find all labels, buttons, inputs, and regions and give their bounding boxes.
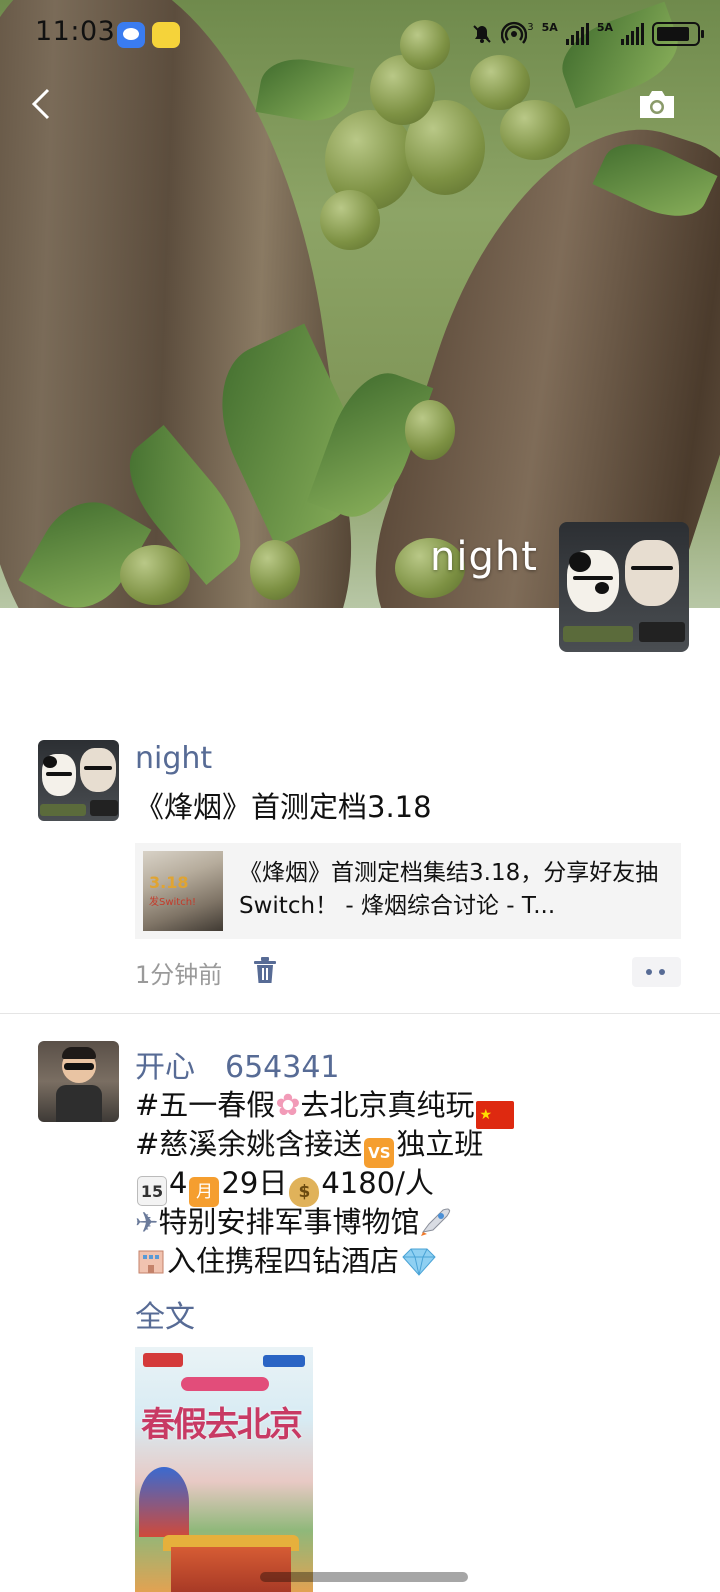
game-app-icon (152, 22, 180, 48)
shared-link-card[interactable]: 3.18 发Switch! 《烽烟》首测定档集结3.18，分享好友抽Switch… (135, 843, 681, 939)
cow-spot (595, 582, 609, 594)
post-line-text: 独立班 (396, 1127, 484, 1161)
hotspot-sup: 3 (527, 21, 534, 33)
message-app-icon (117, 22, 145, 48)
cover-owner-name: night (430, 534, 538, 580)
network-type-1: 5A (541, 20, 558, 34)
hotel-icon (135, 1245, 167, 1275)
calendar-icon: 15 (137, 1176, 167, 1206)
gem-icon (399, 1247, 439, 1277)
camera-button[interactable] (636, 88, 678, 122)
laptop (639, 622, 685, 642)
sunglasses (64, 1063, 94, 1070)
post-line-text: 4180/人 (321, 1166, 434, 1200)
post-author-name[interactable]: 开心 654341 (135, 1042, 340, 1086)
network-type-2: 5A (596, 20, 613, 34)
owner-avatar[interactable] (559, 522, 689, 652)
status-icons: 3 5A 5A (471, 14, 704, 54)
signal-bars-1-icon (565, 23, 589, 45)
jackfruit (250, 540, 300, 600)
post-line-1: #五一春假✿去北京真纯玩 ★ (135, 1086, 516, 1129)
post-line-5: 入住携程四钻酒店 (135, 1242, 439, 1280)
poster-badge (263, 1355, 305, 1367)
laptop (90, 800, 118, 816)
full-text-link[interactable]: 全文 (135, 1292, 195, 1336)
home-indicator[interactable] (260, 1572, 468, 1582)
poster-headline: 春假去北京 (141, 1405, 303, 1445)
battery-icon (652, 22, 704, 46)
post-timestamp: 1分钟前 (135, 961, 223, 989)
sunglasses (84, 766, 112, 770)
link-title: 《烽烟》首测定档集结3.18，分享好友抽Switch！ - 烽烟综合讨论 - T… (239, 860, 659, 919)
food-tray (40, 804, 86, 816)
poster-logo (143, 1353, 183, 1367)
cow-spot (43, 756, 57, 768)
post-author-name[interactable]: night (135, 741, 212, 776)
trash-icon (254, 957, 276, 983)
dot-icon (659, 969, 665, 975)
post-divider (0, 1013, 720, 1014)
child-shirt (56, 1085, 102, 1122)
sunglasses (46, 772, 72, 776)
post-author-avatar[interactable] (38, 740, 119, 821)
post-line-2: #慈溪余姚含接送 VS 独立班 (135, 1125, 483, 1168)
cow-figure (80, 748, 116, 792)
post-author-avatar[interactable] (38, 1041, 119, 1122)
food-tray (563, 626, 633, 642)
thumbnail-date: 3.18 (149, 873, 189, 892)
jackfruit (120, 545, 190, 605)
cow-figure (625, 540, 679, 606)
mute-bell-icon (473, 25, 491, 43)
more-options-button[interactable] (632, 957, 681, 987)
post-line-3: 15 4 月 29日 $4180/人 (135, 1164, 434, 1207)
temple-of-heaven (139, 1467, 189, 1537)
signal-bars-2-icon (621, 23, 644, 45)
status-time: 11:03 (35, 16, 116, 47)
sunglasses (573, 576, 613, 580)
tiananmen-gate (171, 1547, 291, 1592)
post-line-text: 去北京真纯玩 (300, 1088, 475, 1122)
hair (62, 1047, 96, 1059)
jackfruit (500, 100, 570, 160)
delete-button[interactable] (250, 955, 280, 987)
camera-icon (640, 91, 674, 118)
hashtag-text: #慈溪余姚含接送 (135, 1127, 363, 1161)
link-thumbnail: 3.18 发Switch! (143, 851, 223, 931)
sunglasses (631, 566, 673, 570)
rocket-icon (419, 1206, 453, 1236)
back-button[interactable] (22, 84, 62, 124)
jackfruit (320, 190, 380, 250)
chevron-left-icon (31, 88, 50, 120)
post-line-text: 特别安排军事博物馆 (158, 1205, 420, 1239)
poster-tag (181, 1377, 269, 1391)
status-bar: 11:03 3 5A 5A (0, 0, 720, 68)
jackfruit (405, 400, 455, 460)
post-text: 《烽烟》首测定档3.18 (135, 790, 432, 824)
cherry-blossom-icon: ✿ (275, 1088, 301, 1123)
post-line-text: 4 (169, 1166, 188, 1200)
post-line-text: 入住携程四钻酒店 (167, 1244, 400, 1278)
post-line-text: 29日 (221, 1166, 288, 1200)
hashtag-text: #五一春假 (135, 1088, 276, 1122)
cover-photo[interactable]: 11:03 3 5A 5A night (0, 0, 720, 608)
plane-icon: ✈ (135, 1206, 159, 1239)
cow-spot (569, 552, 591, 572)
dot-icon (646, 969, 652, 975)
post-image[interactable]: 春假去北京 (135, 1347, 313, 1592)
thumbnail-subtitle: 发Switch! (149, 897, 197, 908)
hotspot-icon (501, 21, 528, 44)
post-line-4: ✈特别安排军事博物馆 (135, 1203, 453, 1242)
